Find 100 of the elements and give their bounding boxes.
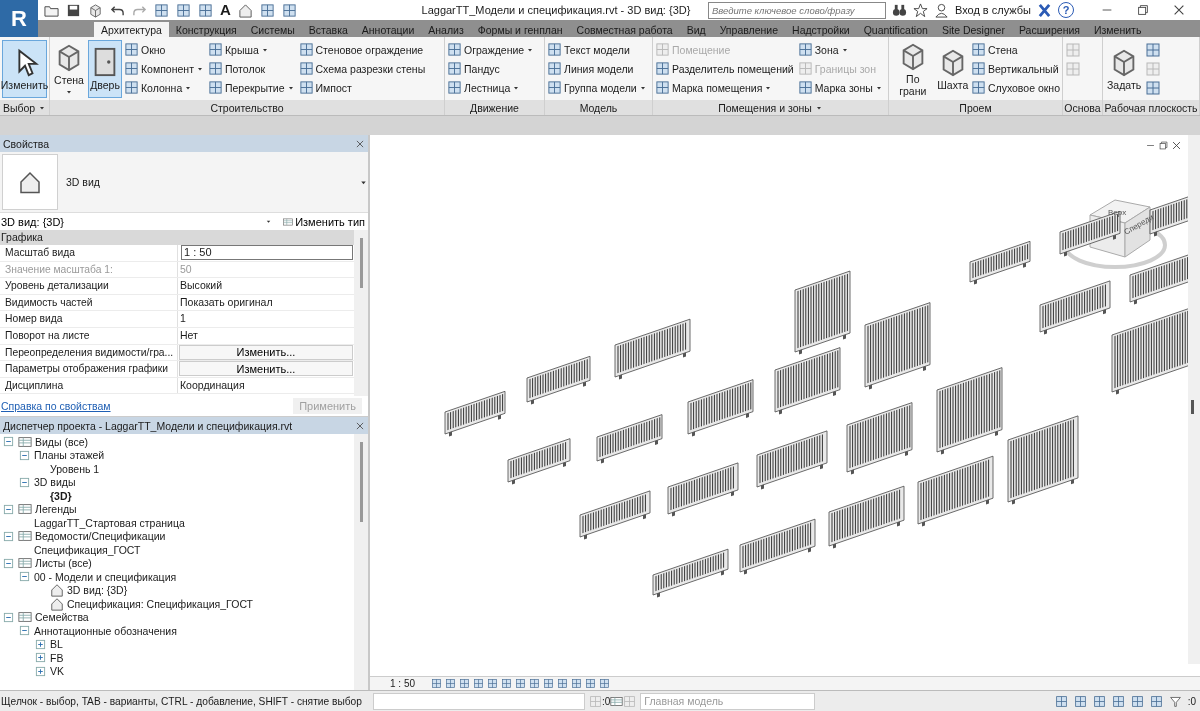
ribbon-tab[interactable]: Анализ: [421, 22, 471, 37]
ribbon-tab[interactable]: Формы и генплан: [470, 22, 570, 37]
tree-item[interactable]: Легенды: [35, 503, 77, 516]
ribbon-tab[interactable]: Quantification: [856, 22, 935, 37]
tree-item[interactable]: VK: [50, 665, 64, 678]
person-icon: [933, 2, 949, 18]
expand-icon: [35, 638, 46, 650]
ribbon-tool[interactable]: Линия модели: [547, 59, 647, 78]
ribbon-tool[interactable]: Стена: [52, 40, 86, 98]
panel-title: Рабочая плоскость: [1103, 100, 1199, 115]
grid-icon: [589, 695, 602, 708]
view-scale[interactable]: 1 : 50: [390, 678, 428, 689]
ribbon-tool[interactable]: Колонна: [124, 78, 204, 97]
ribbon-tool[interactable]: Лестница: [447, 78, 535, 97]
tree-item[interactable]: 00 - Модели и спецификация: [34, 570, 177, 583]
ribbon-tool[interactable]: Крыша: [207, 40, 295, 59]
sign-in-menu[interactable]: Вход в службы: [954, 4, 1031, 16]
restore-icon: [1136, 3, 1150, 17]
grid-icon: [124, 61, 139, 76]
search-field[interactable]: Введите ключевое слово/фразу: [707, 1, 886, 19]
ribbon-tool[interactable]: Зона: [797, 40, 883, 59]
ribbon-tab[interactable]: Site Designer: [934, 22, 1012, 37]
tree-item[interactable]: Ведомости/Спецификации: [35, 530, 166, 543]
ribbon-tool[interactable]: Задать: [1105, 40, 1144, 98]
app-menu-button[interactable]: R: [0, 0, 38, 37]
property-value: Нет: [179, 327, 199, 343]
ribbon-tool[interactable]: [1145, 40, 1162, 59]
scroll-bar[interactable]: [1188, 135, 1200, 664]
ribbon-tool[interactable]: Окно: [124, 40, 204, 59]
ribbon-tab[interactable]: Управление: [712, 22, 786, 37]
grid-icon: [447, 61, 462, 76]
table-icon: [283, 216, 294, 227]
ribbon-tool[interactable]: Компонент: [124, 59, 204, 78]
ribbon-tool[interactable]: Дверь: [88, 40, 122, 98]
help-link[interactable]: Справка по свойствам: [1, 400, 111, 412]
tree-item[interactable]: Уровень 1: [50, 462, 100, 475]
ribbon-tool[interactable]: Изменить: [2, 40, 47, 98]
ribbon-tool[interactable]: Шахта: [936, 40, 969, 98]
star-icon: [912, 2, 928, 18]
tree-item[interactable]: Аннотационные обозначения: [34, 624, 177, 637]
tree-item[interactable]: Листы (все): [35, 557, 92, 570]
ribbon-tool[interactable]: По грани: [891, 40, 935, 98]
workset-dropdown[interactable]: [373, 693, 585, 710]
tree-item[interactable]: LaggarTT_Стартовая страница: [34, 516, 185, 529]
ribbon-tool[interactable]: Слуховое окно: [970, 78, 1060, 97]
grid-icon: [1054, 695, 1068, 708]
ribbon-tool[interactable]: Пандус: [447, 59, 535, 78]
property-name: Поворот на листе: [0, 327, 178, 344]
text-tool-button[interactable]: A: [220, 2, 231, 18]
edit-button[interactable]: Изменить...: [179, 361, 353, 377]
ribbon-tool[interactable]: Марка зоны: [797, 78, 883, 97]
tree-item[interactable]: 3D виды: [34, 476, 76, 489]
ribbon-tool[interactable]: Импост: [298, 78, 426, 97]
tree-item[interactable]: {3D}: [50, 489, 72, 502]
panel-title[interactable]: Выбор: [0, 100, 49, 115]
tree-item[interactable]: Виды (все): [35, 435, 88, 448]
ribbon-tab[interactable]: Совместная работа: [569, 22, 680, 37]
ribbon-tool[interactable]: Стена: [970, 40, 1060, 59]
tree-item[interactable]: BL: [50, 638, 63, 651]
grid-icon: [529, 678, 540, 689]
grid-icon: [797, 61, 813, 76]
ribbon-tool[interactable]: Перекрытие: [207, 78, 295, 97]
panel-title[interactable]: Помещения и зоны: [653, 100, 888, 115]
property-field[interactable]: 1 : 50: [181, 245, 353, 260]
property-name: Номер вида: [0, 311, 178, 327]
tree-item[interactable]: Семейства: [35, 611, 89, 624]
expand-icon: [35, 665, 46, 677]
ribbon-tab[interactable]: Расширения: [1011, 22, 1087, 37]
collapse-icon: [19, 449, 30, 461]
ribbon-tool[interactable]: [1145, 78, 1162, 97]
window-title: LaggarTT_Модели и спецификация.rvt - 3D вид: {3D}: [420, 4, 692, 16]
ribbon-tab[interactable]: Аннотации: [354, 22, 422, 37]
ribbon-tab[interactable]: Конструкция: [168, 22, 244, 37]
tree-item[interactable]: Планы этажей: [34, 449, 105, 462]
ribbon-tool[interactable]: Разделитель помещений: [655, 59, 794, 78]
tree-item[interactable]: FB: [50, 651, 64, 664]
ribbon-tab[interactable]: Вид: [679, 22, 713, 37]
ribbon-tool[interactable]: Марка помещения: [655, 78, 794, 97]
ribbon-tool[interactable]: Потолок: [207, 59, 295, 78]
ribbon-tool[interactable]: Группа модели: [547, 78, 647, 97]
ribbon-tool[interactable]: Текст модели: [547, 40, 647, 59]
ribbon-tool[interactable]: Вертикальный: [970, 59, 1060, 78]
ribbon-tool[interactable]: Схема разрезки стены: [298, 59, 426, 78]
collapse-icon: [3, 611, 14, 623]
ribbon-tab[interactable]: Системы: [243, 22, 302, 37]
table-icon: [18, 529, 32, 544]
tree-item[interactable]: Спецификация: Спецификация_ГОСТ: [67, 597, 254, 610]
ribbon-tab[interactable]: Надстройки: [785, 22, 857, 37]
ribbon-tab[interactable]: Вставка: [301, 22, 355, 37]
ribbon-tab[interactable]: Архитектура: [94, 22, 169, 37]
ribbon-tool[interactable]: Стеновое ограждение: [298, 40, 426, 59]
tree-item[interactable]: Спецификация_ГОСТ: [34, 543, 141, 556]
panel-title: Проем: [889, 100, 1062, 115]
edit-type-button[interactable]: Изменить тип: [280, 215, 368, 228]
tree-item[interactable]: 3D вид: {3D}: [67, 584, 128, 597]
property-value: Высокий: [179, 278, 224, 294]
panel-title: Основа: [1063, 100, 1102, 115]
ribbon-tool[interactable]: Ограждение: [447, 40, 535, 59]
grid-icon: [431, 678, 442, 689]
ribbon-tab[interactable]: Изменить: [1087, 22, 1149, 37]
